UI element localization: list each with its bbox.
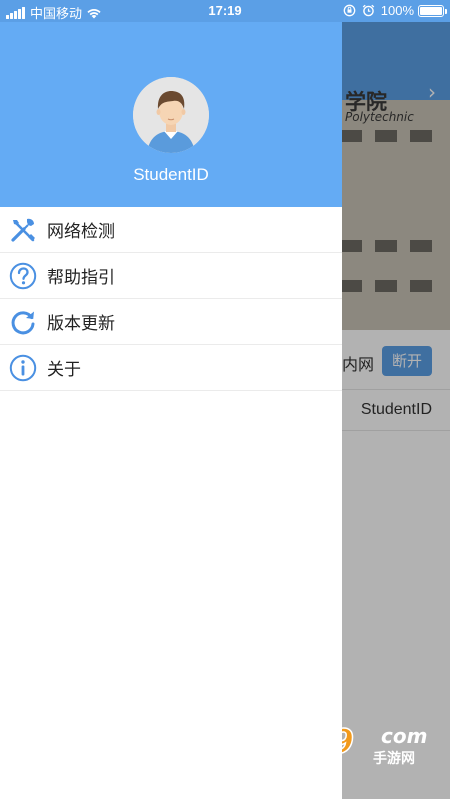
menu-item-help[interactable]: 帮助指引 xyxy=(0,253,342,299)
avatar[interactable] xyxy=(133,77,209,153)
tools-icon xyxy=(9,216,37,244)
menu-item-network-check[interactable]: 网络检测 xyxy=(0,207,342,253)
alarm-icon xyxy=(362,4,374,17)
menu-item-about[interactable]: 关于 xyxy=(0,345,342,391)
refresh-icon xyxy=(9,308,37,336)
drawer-header: StudentID xyxy=(0,22,342,207)
menu-item-label: 网络检测 xyxy=(47,222,115,242)
user-avatar-icon xyxy=(133,77,209,153)
watermark-com: com xyxy=(381,724,428,748)
status-bar: 中国移动 17:19 100% xyxy=(0,0,450,22)
menu-item-label: 帮助指引 xyxy=(47,268,115,288)
help-icon xyxy=(9,262,37,290)
username-label: StudentID xyxy=(133,165,209,184)
info-icon xyxy=(9,354,37,382)
menu-item-label: 关于 xyxy=(47,360,81,380)
menu-item-label: 版本更新 xyxy=(47,314,115,334)
menu-item-version-update[interactable]: 版本更新 xyxy=(0,299,342,345)
watermark-cn: 手游网 xyxy=(373,751,415,767)
battery-icon xyxy=(418,4,447,17)
navigation-drawer: StudentID 网络检测 帮助指引 版本更新 关于 xyxy=(0,0,342,799)
rotation-lock-icon xyxy=(343,4,356,17)
battery-percent: 100% xyxy=(380,3,414,18)
drawer-menu: 网络检测 帮助指引 版本更新 关于 xyxy=(0,207,342,391)
